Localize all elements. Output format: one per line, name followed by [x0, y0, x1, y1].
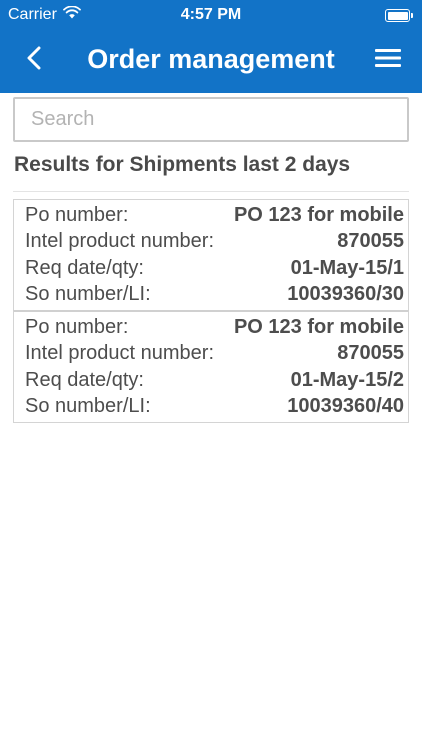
so-label: So number/LI:: [25, 395, 151, 418]
product-label: Intel product number:: [25, 342, 214, 365]
status-time: 4:57 PM: [180, 6, 242, 23]
req-label: Req date/qty:: [25, 368, 144, 391]
result-row-product: Intel product number: 870055: [25, 341, 404, 368]
result-row-so: So number/LI: 10039360/30: [25, 282, 404, 309]
po-value: PO 123 for mobile: [233, 315, 404, 338]
result-card[interactable]: Po number: PO 123 for mobile Intel produ…: [13, 199, 409, 310]
so-value: 10039360/40: [287, 395, 404, 418]
battery-icon: [385, 9, 413, 22]
po-label: Po number:: [25, 315, 129, 338]
divider: [13, 191, 409, 192]
page-title: Order management: [87, 44, 335, 74]
req-value: 01-May-15/1: [290, 256, 404, 279]
menu-button[interactable]: [368, 42, 408, 78]
product-label: Intel product number:: [25, 230, 214, 253]
result-row-so: So number/LI: 10039360/40: [25, 394, 404, 421]
result-row-product: Intel product number: 870055: [25, 229, 404, 256]
po-value: PO 123 for mobile: [233, 203, 404, 226]
req-value: 01-May-15/2: [290, 368, 404, 391]
results-heading: Results for Shipments last 2 days: [14, 153, 351, 176]
result-row-req: Req date/qty: 01-May-15/1: [25, 255, 404, 282]
results-list: Po number: PO 123 for mobile Intel produ…: [13, 199, 409, 423]
result-row-po: Po number: PO 123 for mobile: [25, 314, 404, 341]
req-label: Req date/qty:: [25, 256, 144, 279]
result-card[interactable]: Po number: PO 123 for mobile Intel produ…: [13, 310, 409, 423]
result-row-req: Req date/qty: 01-May-15/2: [25, 367, 404, 394]
status-bar: Carrier 4:57 PM: [0, 0, 422, 30]
product-value: 870055: [337, 230, 404, 253]
so-label: So number/LI:: [25, 283, 151, 306]
po-label: Po number:: [25, 203, 129, 226]
nav-bar: Order management: [0, 30, 422, 93]
so-value: 10039360/30: [287, 283, 404, 306]
result-row-po: Po number: PO 123 for mobile: [25, 202, 404, 229]
search-input[interactable]: [13, 97, 409, 142]
app-header: Carrier 4:57 PM Order management: [0, 0, 422, 93]
back-button[interactable]: [14, 42, 54, 78]
search-box: [13, 97, 409, 142]
product-value: 870055: [337, 342, 404, 365]
hamburger-menu-icon: [374, 47, 402, 74]
chevron-left-icon: [26, 46, 42, 75]
